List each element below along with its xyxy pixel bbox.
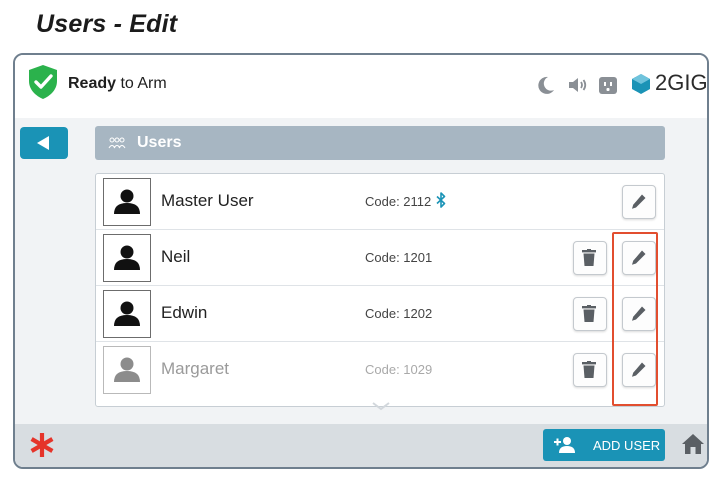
scroll-down-chevron-icon[interactable] — [371, 402, 391, 411]
emergency-asterisk-icon[interactable] — [28, 431, 56, 459]
moon-icon[interactable] — [535, 74, 557, 96]
avatar — [103, 178, 151, 226]
arm-status-rest: to Arm — [116, 75, 167, 92]
user-name: Edwin — [161, 303, 208, 322]
add-user-button[interactable]: ADD USER — [543, 429, 665, 461]
user-name: Master User — [161, 191, 254, 210]
outlet-icon[interactable] — [597, 74, 619, 96]
trash-icon — [582, 361, 596, 378]
list-item-edwin[interactable]: Edwin Code: 1202 — [96, 286, 664, 342]
avatar — [103, 290, 151, 338]
page-heading: Users - Edit — [36, 10, 178, 38]
trash-icon — [582, 249, 596, 266]
shield-check-icon — [29, 65, 57, 99]
delete-user-button[interactable] — [573, 241, 607, 275]
content-area: Users Master User Code: 2112 Neil Code: … — [15, 118, 707, 424]
user-name: Margaret — [161, 359, 230, 378]
status-bar: Ready to Arm 2GIG — [15, 55, 707, 118]
panel-screen: Ready to Arm 2GIG Users Master User Code… — [13, 53, 709, 469]
arm-status-bold: Ready — [68, 75, 117, 92]
back-arrow-icon — [37, 136, 49, 150]
avatar — [103, 346, 151, 394]
user-icon — [114, 301, 140, 326]
home-icon[interactable] — [681, 433, 705, 455]
users-header-title: Users — [137, 134, 182, 151]
users-header: Users — [95, 126, 665, 160]
back-button[interactable] — [20, 127, 68, 159]
add-user-icon — [554, 437, 575, 453]
users-list[interactable]: Master User Code: 2112 Neil Code: 1201 E… — [95, 173, 665, 407]
add-user-label: ADD USER — [593, 438, 661, 453]
avatar — [103, 234, 151, 282]
list-item-neil[interactable]: Neil Code: 1201 — [96, 230, 664, 286]
edit-column-highlight — [612, 232, 658, 406]
brand-name: 2GIG — [655, 70, 708, 95]
list-item-margaret[interactable]: Margaret Code: 1029 — [96, 342, 664, 397]
user-icon — [114, 245, 140, 270]
edit-user-button[interactable] — [622, 185, 656, 219]
pencil-icon — [632, 194, 646, 209]
brand-logo-icon — [632, 74, 650, 94]
trash-icon — [582, 305, 596, 322]
user-icon — [114, 189, 140, 214]
arm-status[interactable]: Ready to Arm — [68, 75, 167, 93]
user-name: Neil — [161, 247, 191, 266]
user-code: Code: 1201 — [365, 250, 433, 265]
users-group-icon — [108, 137, 126, 149]
delete-user-button[interactable] — [573, 353, 607, 387]
user-icon — [114, 357, 140, 382]
user-code: Code: 2112 — [365, 194, 432, 209]
speaker-icon[interactable] — [566, 74, 588, 96]
bottom-bar: ADD USER — [15, 424, 707, 467]
list-item-master-user[interactable]: Master User Code: 2112 — [96, 174, 664, 230]
user-code: Code: 1029 — [365, 362, 433, 377]
bluetooth-icon — [436, 192, 446, 208]
delete-user-button[interactable] — [573, 297, 607, 331]
user-code: Code: 1202 — [365, 306, 433, 321]
